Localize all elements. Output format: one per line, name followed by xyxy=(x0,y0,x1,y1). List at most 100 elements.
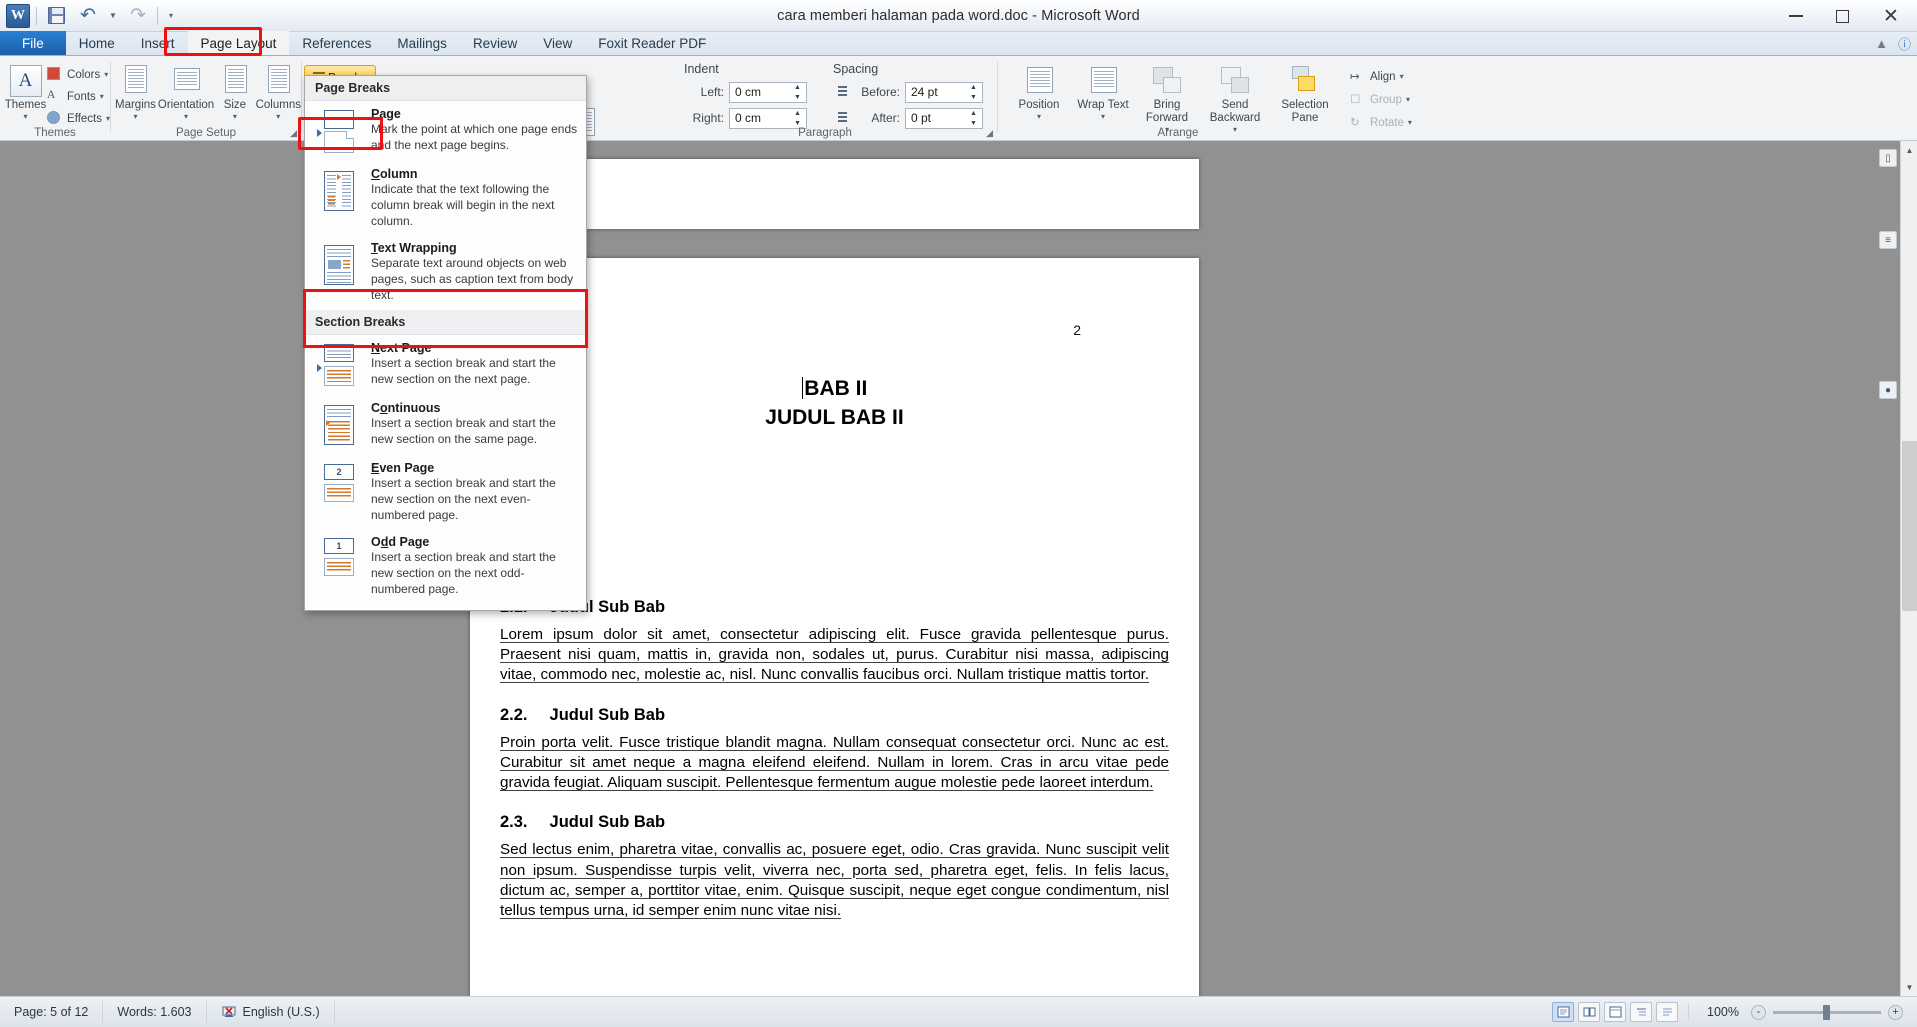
column-break-icon xyxy=(317,169,361,215)
scroll-down-button[interactable]: ▼ xyxy=(1902,979,1917,995)
status-word-count[interactable]: Words: 1.603 xyxy=(103,1001,207,1023)
status-language[interactable]: English (U.S.) xyxy=(207,1001,335,1023)
vertical-scrollbar[interactable]: ▲ ▼ xyxy=(1900,141,1917,996)
customize-qat-icon[interactable]: ▾ xyxy=(164,3,178,29)
menu-item-description: Mark the point at which one page ends an… xyxy=(371,122,578,152)
divider xyxy=(157,6,158,25)
wrap-text-button[interactable]: Wrap Text ▾ xyxy=(1074,61,1132,135)
rotate-button[interactable]: ↻ Rotate ▾ xyxy=(1350,112,1412,133)
document-area[interactable]: 2 BAB II JUDUL BAB II 2.1. Judul Sub Bab… xyxy=(0,141,1917,996)
word-logo-icon[interactable]: W xyxy=(6,3,30,28)
indent-left-input[interactable]: 0 cm ▲ ▼ xyxy=(729,81,807,103)
group-label-page-setup: Page Setup xyxy=(175,127,237,139)
menu-item-next-page-section-break[interactable]: Next Page Insert a section break and sta… xyxy=(305,335,586,395)
text-wrapping-break-icon xyxy=(317,243,361,289)
maximize-button[interactable] xyxy=(1819,0,1865,32)
theme-colors-button[interactable]: Colors ▾ xyxy=(47,64,110,85)
document-subheading-1: 2.1. Judul Sub Bab xyxy=(500,598,666,616)
minimize-button[interactable] xyxy=(1773,0,1819,32)
send-backward-button[interactable]: Send Backward ▾ xyxy=(1202,61,1268,135)
document-paragraph-3: Sed lectus enim, pharetra vitae, convall… xyxy=(500,841,1169,919)
tab-view[interactable]: View xyxy=(530,31,585,55)
align-button[interactable]: ↦ Align ▾ xyxy=(1350,66,1412,87)
themes-button[interactable]: A Themes ▾ xyxy=(4,61,47,129)
scroll-up-button[interactable]: ▲ xyxy=(1902,142,1917,158)
menu-item-title: Column xyxy=(371,167,418,181)
ribbon-help-controls: ▲ ⓘ xyxy=(1875,34,1911,53)
document-heading-bab: BAB II xyxy=(530,376,1139,401)
view-web-layout-button[interactable] xyxy=(1604,1002,1626,1022)
spacing-after-icon xyxy=(833,111,847,125)
zoom-out-button[interactable]: - xyxy=(1751,1004,1766,1020)
ribbon-group-arrange: Position ▾ Wrap Text ▾ Bring Forward ▾ S… xyxy=(998,56,1418,141)
tab-insert[interactable]: Insert xyxy=(128,31,188,55)
theme-fonts-button[interactable]: A Fonts ▾ xyxy=(47,86,110,107)
menu-item-column-break[interactable]: Column Indicate that the text following … xyxy=(305,161,586,235)
spinner-arrows-icon[interactable]: ▲ ▼ xyxy=(791,110,804,127)
orientation-button[interactable]: Orientation ▾ xyxy=(158,61,214,121)
columns-button[interactable]: Columns ▾ xyxy=(256,61,301,121)
spacing-before-input[interactable]: 24 pt ▲ ▼ xyxy=(905,81,983,103)
zoom-level-label[interactable]: 100% xyxy=(1699,1005,1739,1019)
next-page-section-icon xyxy=(317,343,361,389)
menu-item-page-break[interactable]: PPageage Mark the point at which one pag… xyxy=(305,101,586,161)
undo-icon[interactable]: ↶ xyxy=(75,3,101,29)
page-setup-dialog-launcher-icon[interactable]: ◢ xyxy=(290,128,297,139)
menu-item-description: Insert a section break and start the new… xyxy=(371,415,556,446)
position-button[interactable]: Position ▾ xyxy=(1008,61,1070,135)
zoom-thumb[interactable] xyxy=(1823,1004,1830,1020)
tab-home[interactable]: Home xyxy=(66,31,128,55)
tab-mailings[interactable]: Mailings xyxy=(384,31,460,55)
view-draft-button[interactable] xyxy=(1656,1002,1678,1022)
tab-page-layout[interactable]: Page Layout xyxy=(187,31,290,55)
save-icon[interactable] xyxy=(43,3,69,29)
scrollbar-thumb[interactable] xyxy=(1902,441,1917,611)
ruler-toggle-icon[interactable]: ▯ xyxy=(1879,149,1897,167)
zoom-in-button[interactable]: + xyxy=(1888,1004,1903,1020)
spinner-arrows-icon[interactable]: ▲ ▼ xyxy=(967,84,980,101)
ribbon: A Themes ▾ Colors ▾ A Fonts ▾ Effects ▾ … xyxy=(0,56,1917,150)
zoom-track[interactable] xyxy=(1773,1004,1881,1020)
selection-pane-button[interactable]: Selection Pane xyxy=(1272,61,1338,135)
bring-forward-button[interactable]: Bring Forward ▾ xyxy=(1136,61,1198,135)
spacing-before-icon xyxy=(833,85,847,99)
indent-right-input[interactable]: 0 cm ▲ ▼ xyxy=(729,107,807,129)
redo-icon[interactable]: ↷ xyxy=(125,3,151,29)
menu-item-title: Continuous xyxy=(371,400,441,415)
close-button[interactable]: ✕ xyxy=(1865,0,1917,32)
theme-effects-button[interactable]: Effects ▾ xyxy=(47,108,110,129)
minimize-ribbon-icon[interactable]: ▲ xyxy=(1875,36,1888,51)
view-full-screen-reading-button[interactable] xyxy=(1578,1002,1600,1022)
view-outline-button[interactable] xyxy=(1630,1002,1652,1022)
menu-item-even-page-section-break[interactable]: 2 Even Page Insert a section break and s… xyxy=(305,455,586,529)
tab-review[interactable]: Review xyxy=(460,31,530,55)
tab-file[interactable]: File xyxy=(0,31,66,55)
spacing-after-input[interactable]: 0 pt ▲ ▼ xyxy=(905,107,983,129)
object-browse-icon[interactable]: ● xyxy=(1879,381,1897,399)
even-page-section-icon: 2 xyxy=(317,463,361,509)
view-print-layout-button[interactable] xyxy=(1552,1002,1574,1022)
indent-right-label: Right: xyxy=(692,111,724,125)
tab-references[interactable]: References xyxy=(289,31,384,55)
menu-item-continuous-section-break[interactable]: Continuous Insert a section break and st… xyxy=(305,395,586,455)
undo-dropdown-icon[interactable]: ▼ xyxy=(107,3,119,29)
margins-button[interactable]: Margins ▾ xyxy=(115,61,156,121)
document-heading-judul: JUDUL BAB II xyxy=(765,406,904,430)
status-bar: Page: 5 of 12 Words: 1.603 English (U.S.… xyxy=(0,996,1917,1027)
group-button[interactable]: ☐ Group ▾ xyxy=(1350,89,1412,110)
size-button[interactable]: Size ▾ xyxy=(216,61,253,121)
status-page-indicator[interactable]: Page: 5 of 12 xyxy=(0,1001,104,1023)
menu-item-title: Next Page xyxy=(371,340,432,355)
paragraph-dialog-launcher-icon[interactable]: ◢ xyxy=(986,128,993,139)
menu-item-text-wrapping-break[interactable]: Text Wrapping Separate text around objec… xyxy=(305,235,586,309)
spinner-arrows-icon[interactable]: ▲ ▼ xyxy=(967,110,980,127)
help-icon[interactable]: ⓘ xyxy=(1898,34,1911,53)
menu-item-odd-page-section-break[interactable]: 1 Odd Page Insert a section break and st… xyxy=(305,529,586,603)
document-paragraph-2: Proin porta velit. Fusce tristique bland… xyxy=(500,733,1169,792)
split-window-icon[interactable]: ≡ xyxy=(1879,231,1897,249)
tab-foxit-reader-pdf[interactable]: Foxit Reader PDF xyxy=(585,31,719,55)
spinner-arrows-icon[interactable]: ▲ ▼ xyxy=(791,84,804,101)
breaks-dropdown-menu[interactable]: Page Breaks PPageage Mark the point at w… xyxy=(304,75,587,611)
menu-item-description: Separate text around objects on web page… xyxy=(371,256,574,303)
zoom-slider[interactable]: - + xyxy=(1751,1004,1903,1020)
